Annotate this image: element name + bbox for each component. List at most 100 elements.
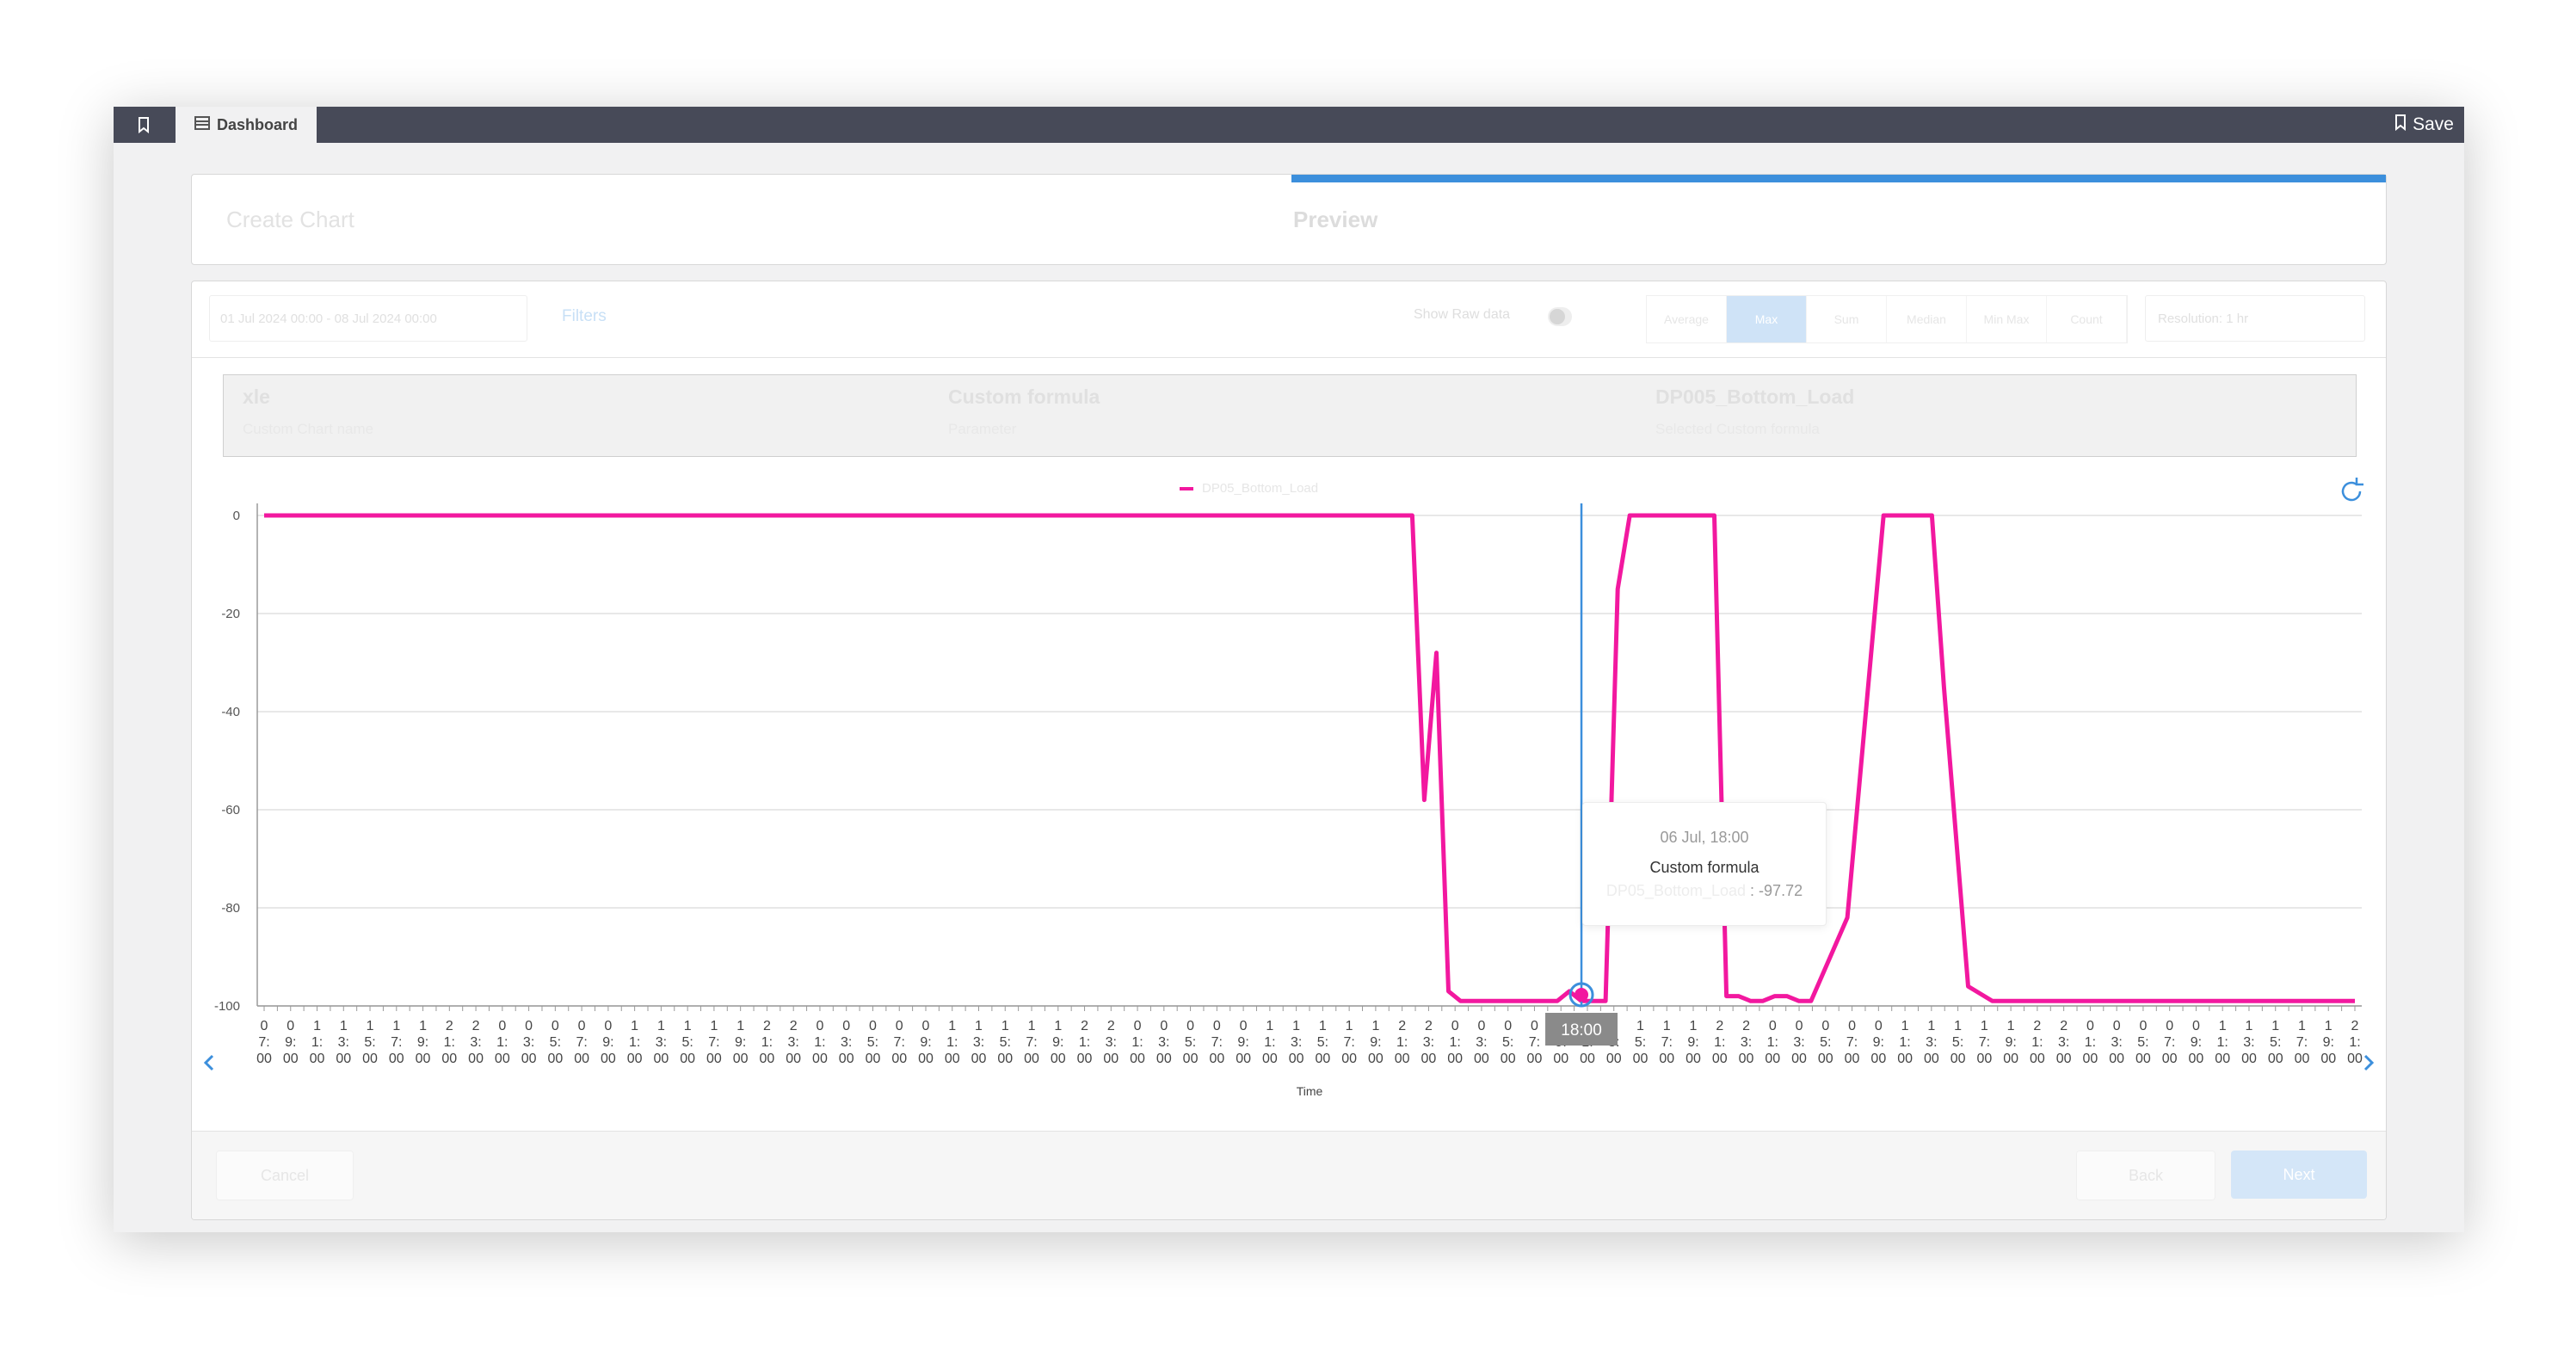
- x-tick-label: 0 3: 00: [521, 1019, 537, 1066]
- highlight-point: [1575, 988, 1589, 1002]
- x-tick-label: 09:00: [1870, 1019, 1886, 1066]
- x-tick-label: 1 9: 00: [2320, 1019, 2336, 1066]
- back-button[interactable]: Back: [2076, 1151, 2215, 1200]
- wizard-steps: Create Chart Preview: [191, 174, 2387, 265]
- y-tick-label: -80: [221, 901, 240, 916]
- bookmark-icon: [2394, 114, 2407, 136]
- x-tick-label: 0 5: 00: [866, 1019, 881, 1066]
- x-tick-label: 2 1: 00: [1077, 1019, 1093, 1066]
- agg-median[interactable]: Median: [1887, 296, 1967, 342]
- agg-count[interactable]: Count: [2047, 296, 2127, 342]
- x-tick-label: 13:00: [1924, 1019, 1939, 1066]
- x-tick-label: 2 1: 00: [2030, 1019, 2045, 1066]
- x-tick-label: 11:00: [2215, 1019, 2230, 1066]
- x-tick-label: 13:00: [1289, 1019, 1304, 1066]
- x-tick-label: 0 1: 00: [1130, 1019, 1145, 1066]
- step-create-chart[interactable]: Create Chart: [226, 175, 354, 264]
- x-tick-label: 1 5: 00: [1315, 1019, 1330, 1066]
- agg-sum[interactable]: Sum: [1807, 296, 1887, 342]
- x-tick-label: 1 7: 00: [1976, 1019, 1992, 1066]
- x-tick-label: 13:00: [2241, 1019, 2257, 1066]
- step-preview[interactable]: Preview: [1293, 175, 1377, 264]
- cancel-button[interactable]: Cancel: [216, 1151, 354, 1200]
- raw-data-toggle[interactable]: [1548, 307, 1572, 326]
- info-parameter: Custom formula Parameter: [948, 386, 1100, 438]
- x-tick-label: 1 7: 00: [1341, 1019, 1357, 1066]
- x-tick-label: 0 5: 00: [1501, 1019, 1516, 1066]
- x-tick-label: 0 3: 00: [2109, 1019, 2124, 1066]
- x-tick-label: 1 9: 00: [416, 1019, 431, 1066]
- filters-button[interactable]: Filters: [562, 307, 607, 326]
- info-formula: DP005_Bottom_Load Selected Custom formul…: [1655, 386, 1854, 438]
- chevron-right-icon[interactable]: [2363, 1054, 2375, 1071]
- y-tick-label: -20: [221, 607, 240, 621]
- x-tick-label: 2 1: 00: [1395, 1019, 1410, 1066]
- top-bar: Dashboard Save: [114, 107, 2464, 143]
- y-tick-label: -60: [221, 803, 240, 817]
- resolution-select[interactable]: Resolution: 1 hr: [2145, 295, 2365, 342]
- x-tick-label: 2 3: 00: [1739, 1019, 1754, 1066]
- x-tick-label: 1 5: 00: [2268, 1019, 2283, 1066]
- agg-min-max[interactable]: Min Max: [1967, 296, 2047, 342]
- info-subtitle: Custom Chart name: [243, 421, 374, 437]
- x-tick-label: 1 9: 00: [1051, 1019, 1066, 1066]
- agg-average[interactable]: Average: [1647, 296, 1727, 342]
- agg-max[interactable]: Max: [1727, 296, 1807, 342]
- x-tick-label: 0 7: 00: [891, 1019, 907, 1066]
- date-range-picker[interactable]: 01 Jul 2024 00:00 - 08 Jul 2024 00:00: [209, 295, 527, 342]
- save-button[interactable]: Save: [2394, 107, 2454, 143]
- x-tick-label: 2 1: 00: [2347, 1019, 2363, 1066]
- x-tick-label: 09:00: [1236, 1019, 1251, 1066]
- x-tick-label: 0 3: 00: [1156, 1019, 1172, 1066]
- refresh-icon[interactable]: [2341, 478, 2363, 502]
- x-tick-label: 11:00: [945, 1019, 960, 1066]
- x-tick-label: 0 1: 00: [1447, 1019, 1463, 1066]
- line-chart[interactable]: 0 -20 -40 -60 -80 -100 0 7: 00 0 9: 00 1 1: 00 1 3: 00 1 5:…: [192, 469, 2386, 1123]
- x-tick-label: 0 5: 00: [1183, 1019, 1199, 1066]
- active-step-indicator: [1291, 175, 2386, 182]
- app-window: Dashboard Save Create Chart Preview 01 J…: [114, 107, 2464, 1232]
- x-tick-label: 1 5: 00: [1950, 1019, 1966, 1066]
- chevron-left-icon[interactable]: [203, 1054, 214, 1071]
- x-tick-label: 11:00: [1897, 1019, 1913, 1066]
- tooltip-date: 06 Jul, 18:00: [1660, 829, 1749, 846]
- x-axis-title: Time: [1297, 1084, 1323, 1098]
- x-tick-label: 0 5: 00: [1818, 1019, 1833, 1066]
- tab-dashboard[interactable]: Dashboard: [176, 107, 317, 143]
- x-tick-label: 2 3: 00: [1421, 1019, 1437, 1066]
- dashboard-icon: [194, 115, 210, 134]
- chart-tooltip: 06 Jul, 18:00 Custom formula DP05_Bottom…: [1582, 802, 1827, 926]
- x-tick-label: 0 7: 00: [2162, 1019, 2178, 1066]
- x-tick-label: 2 3: 00: [468, 1019, 484, 1066]
- x-tick-label: 09:00: [918, 1019, 934, 1066]
- x-tick-label: 0 1: 00: [1765, 1019, 1780, 1066]
- x-tick-label: 1 5: 00: [997, 1019, 1013, 1066]
- tooltip-value-row: DP05_Bottom_Load : -97.72: [1605, 882, 1803, 899]
- x-tick-label: 2 1: 00: [1712, 1019, 1728, 1066]
- tab-dashboard-label: Dashboard: [216, 115, 299, 133]
- x-tick-label: 09:00: [2189, 1019, 2204, 1066]
- x-tick-label: 0 3: 00: [1791, 1019, 1807, 1066]
- x-tick-label: 11:00: [1262, 1019, 1278, 1066]
- raw-data-label: Show Raw data: [1414, 307, 1511, 322]
- info-subtitle: Parameter: [948, 421, 1017, 437]
- x-tick-label: 2 3: 00: [2056, 1019, 2072, 1066]
- x-tick-label: 0 7: 00: [1209, 1019, 1224, 1066]
- x-tick-label: 13:00: [971, 1019, 987, 1066]
- x-tick-label: 2 1: 00: [441, 1019, 457, 1066]
- x-tick-label: 13:00: [653, 1019, 669, 1066]
- x-tick-label: 09:00: [601, 1019, 616, 1066]
- x-tick-label: 0 5: 00: [2135, 1019, 2151, 1066]
- tooltip-name: Custom formula: [1649, 859, 1759, 876]
- tooltip-series-label: DP05_Bottom_Load: [1605, 882, 1747, 899]
- next-button[interactable]: Next: [2231, 1151, 2367, 1199]
- x-tick-label: 1 7: 00: [389, 1019, 404, 1066]
- x-tick-label: 0 7: 00: [256, 1019, 272, 1066]
- x-tick-label: 1 7: 00: [1024, 1019, 1039, 1066]
- bookmark-icon[interactable]: [114, 107, 174, 143]
- x-tick-label: 0 1: 00: [812, 1019, 828, 1066]
- x-tick-label: 0 3: 00: [1474, 1019, 1489, 1066]
- x-tick-label: 1 5: 00: [680, 1019, 695, 1066]
- x-tick-label: 2 3: 00: [1103, 1019, 1119, 1066]
- x-tick-label: 1 5: 00: [1633, 1019, 1649, 1066]
